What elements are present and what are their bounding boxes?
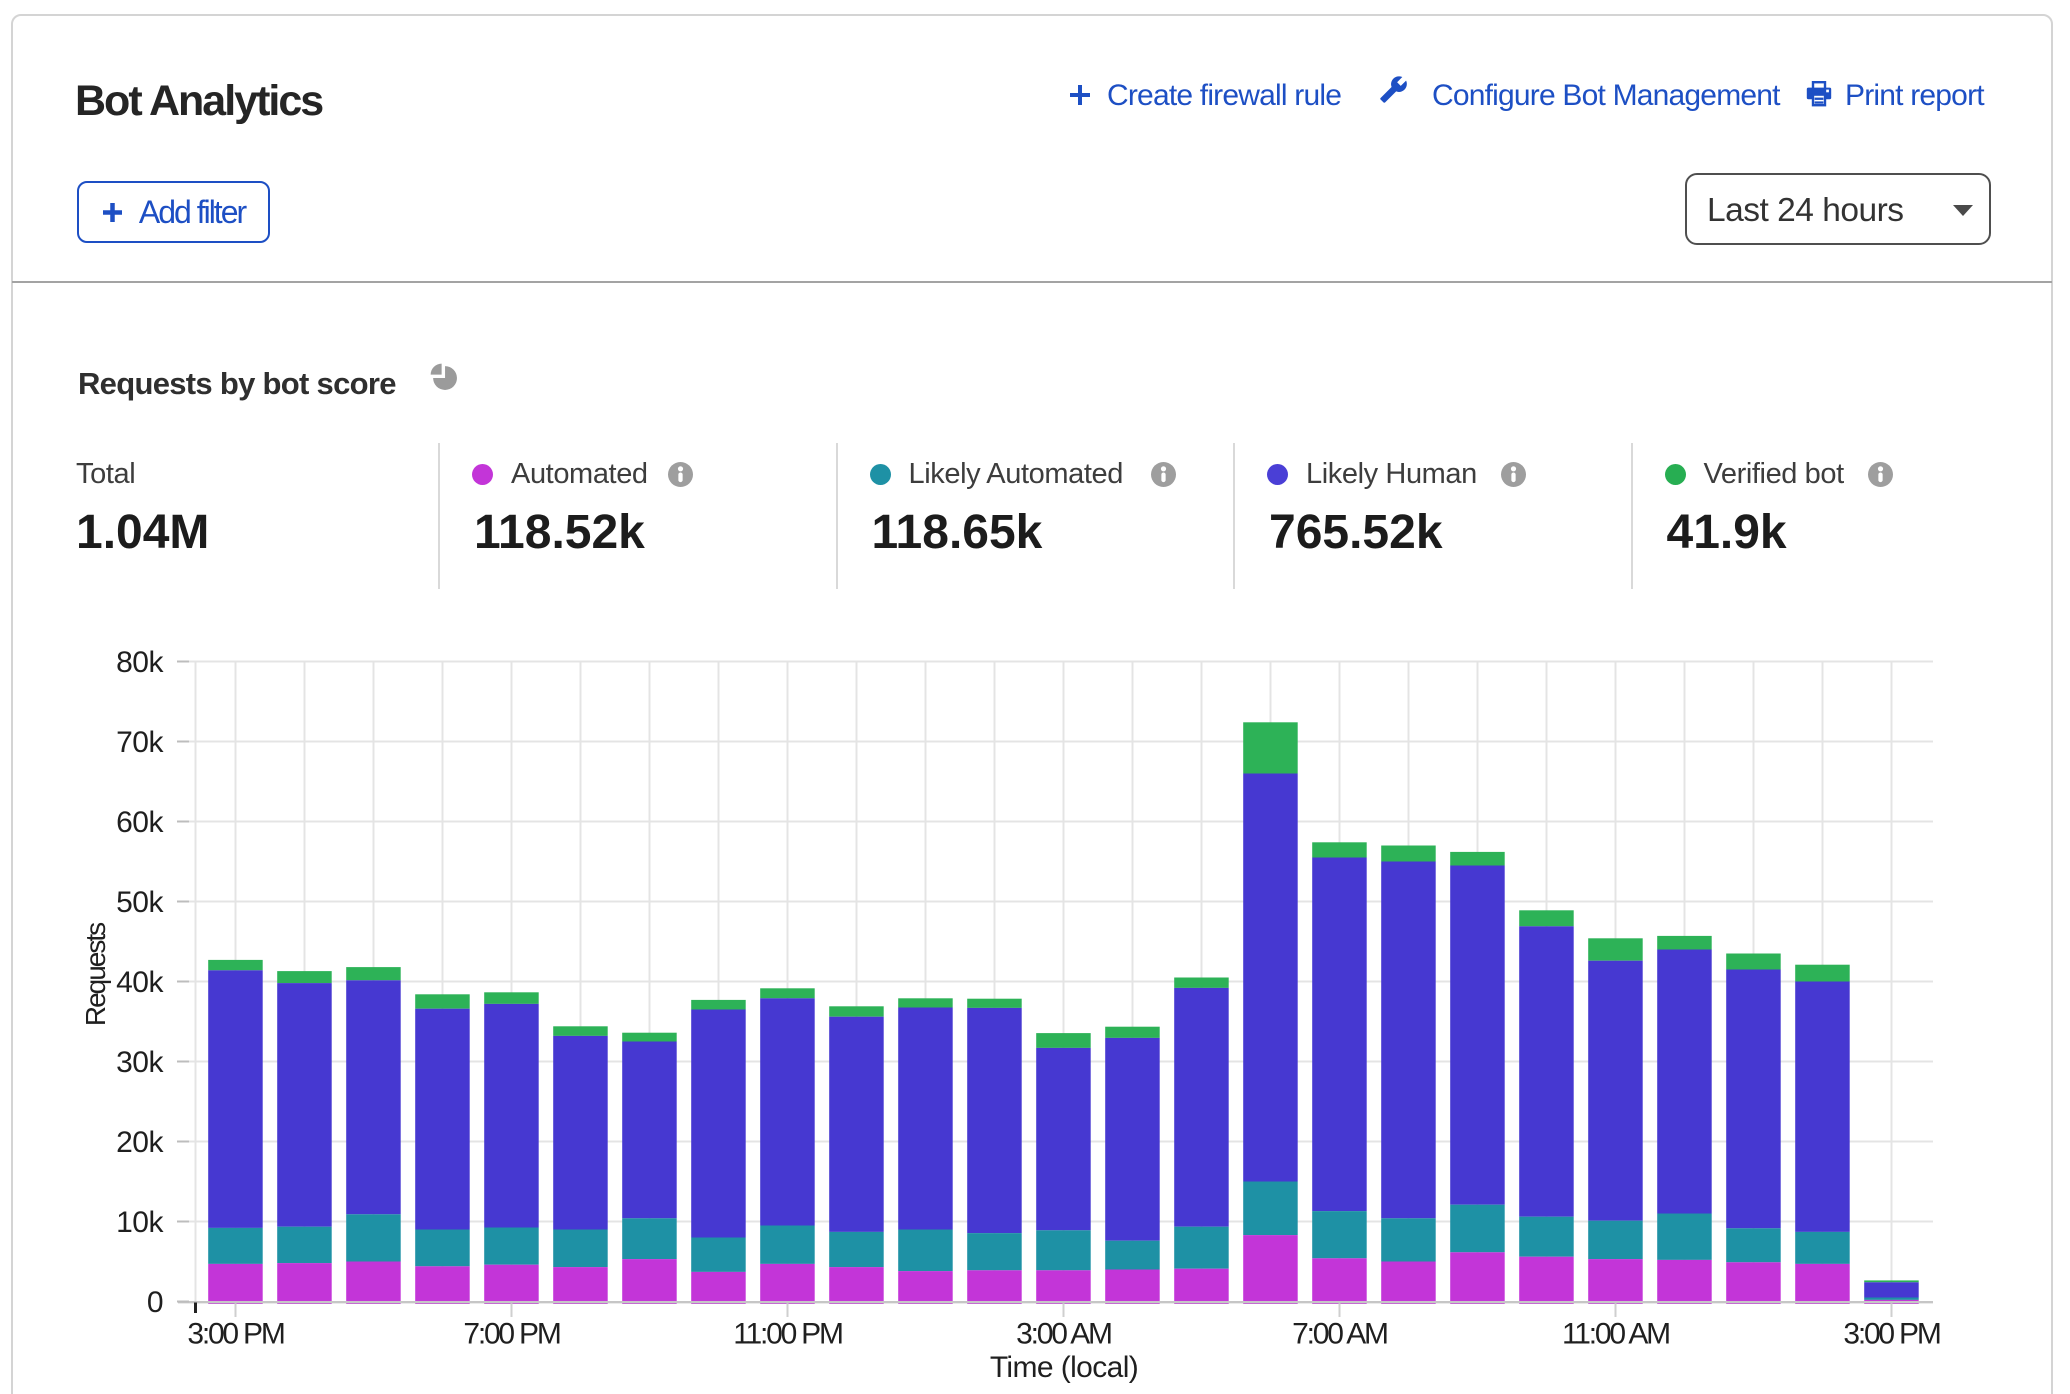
svg-text:7:00 PM: 7:00 PM bbox=[463, 1318, 560, 1351]
svg-text:30k: 30k bbox=[116, 1046, 164, 1079]
svg-text:11:00 PM: 11:00 PM bbox=[733, 1318, 842, 1351]
svg-text:3:00 AM: 3:00 AM bbox=[1016, 1318, 1111, 1351]
svg-text:80k: 80k bbox=[116, 646, 164, 679]
svg-text:Requests: Requests bbox=[80, 923, 111, 1026]
svg-text:3:00 PM: 3:00 PM bbox=[187, 1318, 284, 1351]
svg-text:7:00 AM: 7:00 AM bbox=[1292, 1318, 1387, 1351]
svg-text:10k: 10k bbox=[116, 1206, 164, 1239]
svg-text:70k: 70k bbox=[116, 726, 164, 759]
svg-text:Time (local): Time (local) bbox=[990, 1351, 1138, 1384]
svg-text:60k: 60k bbox=[116, 806, 164, 839]
svg-text:11:00 AM: 11:00 AM bbox=[1562, 1318, 1669, 1351]
svg-text:3:00 PM: 3:00 PM bbox=[1843, 1318, 1940, 1351]
svg-text:50k: 50k bbox=[116, 886, 164, 919]
svg-text:0: 0 bbox=[147, 1286, 163, 1319]
svg-text:20k: 20k bbox=[116, 1126, 164, 1159]
svg-text:40k: 40k bbox=[116, 966, 164, 999]
